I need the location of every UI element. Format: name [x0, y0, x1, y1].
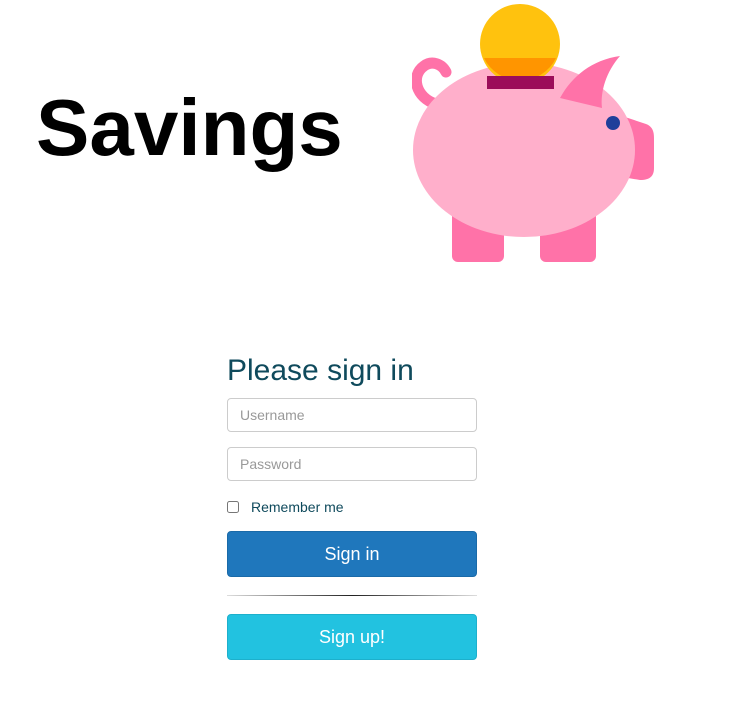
app-title: Savings	[36, 83, 343, 172]
signin-form: Please sign in Remember me Sign in Sign …	[227, 352, 477, 660]
signin-heading: Please sign in	[227, 354, 414, 387]
remember-me-row: Remember me	[227, 497, 477, 517]
password-input[interactable]	[227, 447, 477, 481]
remember-me-label: Remember me	[251, 499, 344, 515]
remember-me-checkbox[interactable]	[227, 501, 239, 513]
sign-in-button[interactable]: Sign in	[227, 531, 477, 577]
username-input[interactable]	[227, 398, 477, 432]
sign-up-button[interactable]: Sign up!	[227, 614, 477, 660]
piggy-bank-icon	[412, 4, 654, 262]
form-divider	[227, 595, 477, 596]
